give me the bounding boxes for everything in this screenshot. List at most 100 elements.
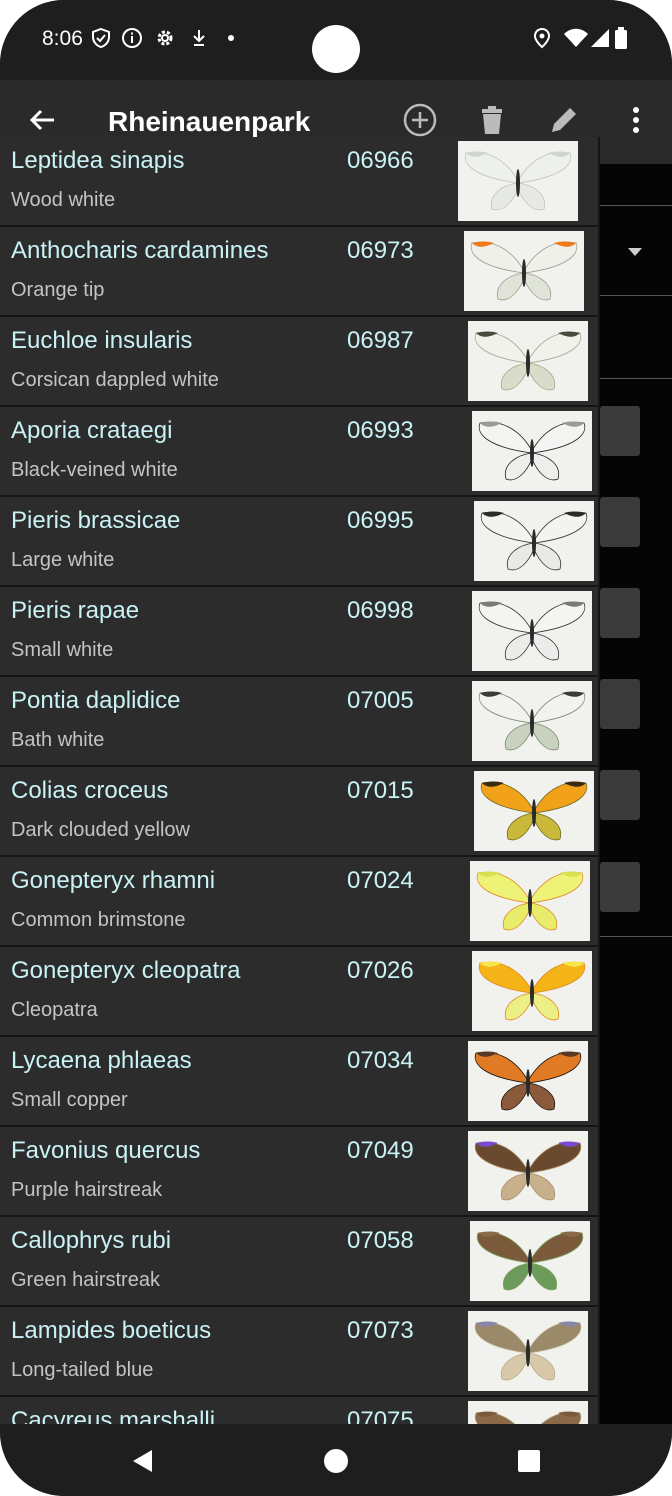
butterfly-thumbnail [470, 1221, 590, 1301]
species-scientific-name: Aporia crataegi [11, 417, 173, 444]
species-common-name: Corsican dappled white [11, 369, 219, 391]
species-code: 07005 [347, 687, 414, 714]
delete-icon[interactable] [474, 102, 510, 138]
butterfly-thumbnail [474, 771, 594, 851]
butterfly-thumbnail [468, 1401, 588, 1424]
butterfly-thumbnail [468, 321, 588, 401]
species-list-item[interactable]: Leptidea sinapis 06966 Wood white [0, 137, 598, 227]
camera-cutout [312, 25, 360, 73]
species-code: 07026 [347, 957, 414, 984]
settings-icon [157, 30, 173, 46]
status-bar: 8:06 [0, 0, 672, 80]
background-form [600, 164, 672, 1424]
species-code: 07058 [347, 1227, 414, 1254]
butterfly-thumbnail [472, 411, 592, 491]
species-scientific-name: Pieris brassicae [11, 507, 181, 534]
species-scientific-name: Gonepteryx rhamni [11, 867, 216, 894]
species-list-item[interactable]: Gonepteryx cleopatra 07026 Cleopatra [0, 947, 598, 1037]
species-list-item[interactable]: Lycaena phlaeas 07034 Small copper [0, 1037, 598, 1127]
species-scientific-name: Anthocharis cardamines [11, 237, 269, 264]
butterfly-thumbnail [474, 501, 594, 581]
species-code: 07015 [347, 777, 414, 804]
species-list-item[interactable]: Gonepteryx rhamni 07024 Common brimstone [0, 857, 598, 947]
butterfly-thumbnail [472, 951, 592, 1031]
back-arrow-icon[interactable] [24, 102, 60, 138]
species-code: 07075 [347, 1407, 414, 1424]
species-list-item[interactable]: Pontia daplidice 07005 Bath white [0, 677, 598, 767]
location-icon [533, 27, 551, 49]
species-list-item[interactable]: Euchloe insularis 06987 Corsican dappled w… [0, 317, 598, 407]
notification-dot-icon [228, 35, 234, 41]
species-common-name: Small copper [11, 1089, 128, 1111]
info-icon [122, 28, 142, 48]
butterfly-thumbnail [468, 1131, 588, 1211]
species-scientific-name: Euchloe insularis [11, 327, 193, 354]
divider [600, 378, 672, 379]
species-scientific-name: Cacyreus marshalli [11, 1407, 216, 1424]
species-dropdown-list[interactable]: Leptidea sinapis 06966 Wood white Anthochar… [0, 137, 600, 1424]
species-scientific-name: Pontia daplidice [11, 687, 181, 714]
phone-screen: 8:06 Rheinauenpark Leptidea sinapis 06966… [0, 0, 672, 1496]
download-icon [193, 30, 205, 46]
nav-back-icon[interactable] [128, 1446, 158, 1476]
species-scientific-name: Lycaena phlaeas [11, 1047, 192, 1074]
species-common-name: Common brimstone [11, 909, 186, 931]
species-list-item[interactable]: Anthocharis cardamines 06973 Orange tip [0, 227, 598, 317]
edit-pencil-icon[interactable] [546, 102, 582, 138]
butterfly-thumbnail [458, 141, 578, 221]
species-common-name: Dark clouded yellow [11, 819, 190, 841]
background-button[interactable] [600, 679, 640, 729]
species-common-name: Green hairstreak [11, 1269, 160, 1291]
butterfly-thumbnail [468, 1311, 588, 1391]
shield-icon [92, 27, 110, 49]
species-code: 07034 [347, 1047, 414, 1074]
species-common-name: Long-tailed blue [11, 1359, 154, 1381]
species-list-item[interactable]: Aporia crataegi 06993 Black-veined white [0, 407, 598, 497]
background-button[interactable] [600, 862, 640, 912]
species-code: 06973 [347, 237, 414, 264]
battery-icon [615, 27, 627, 49]
species-common-name: Large white [11, 549, 115, 571]
species-code: 06966 [347, 147, 414, 174]
divider [600, 936, 672, 937]
species-scientific-name: Lampides boeticus [11, 1317, 212, 1344]
nav-home-icon[interactable] [321, 1446, 351, 1476]
species-scientific-name: Pieris rapae [11, 597, 140, 624]
background-button[interactable] [600, 588, 640, 638]
species-list-item[interactable]: Pieris rapae 06998 Small white [0, 587, 598, 677]
species-code: 07024 [347, 867, 414, 894]
butterfly-thumbnail [472, 681, 592, 761]
species-common-name: Small white [11, 639, 114, 661]
butterfly-thumbnail [470, 861, 590, 941]
species-scientific-name: Gonepteryx cleopatra [11, 957, 241, 984]
species-common-name: Orange tip [11, 279, 105, 301]
signal-icon [591, 29, 609, 47]
species-scientific-name: Leptidea sinapis [11, 147, 185, 174]
background-button[interactable] [600, 770, 640, 820]
species-scientific-name: Favonius quercus [11, 1137, 201, 1164]
status-time: 8:06 [42, 27, 83, 50]
butterfly-thumbnail [464, 231, 584, 311]
species-list-item[interactable]: Lampides boeticus 07073 Long-tailed blue [0, 1307, 598, 1397]
species-list-item[interactable]: Colias croceus 07015 Dark clouded yellow [0, 767, 598, 857]
nav-recents-icon[interactable] [514, 1446, 544, 1476]
butterfly-thumbnail [468, 1041, 588, 1121]
species-code: 06993 [347, 417, 414, 444]
species-scientific-name: Colias croceus [11, 777, 169, 804]
background-button[interactable] [600, 497, 640, 547]
page-title: Rheinauenpark [108, 106, 311, 137]
add-icon[interactable] [402, 102, 438, 138]
divider [600, 205, 672, 206]
species-common-name: Wood white [11, 189, 116, 211]
species-list-item[interactable]: Callophrys rubi 07058 Green hairstreak [0, 1217, 598, 1307]
species-code: 07049 [347, 1137, 414, 1164]
butterfly-thumbnail [472, 591, 592, 671]
species-list-item[interactable]: Favonius quercus 07049 Purple hairstreak [0, 1127, 598, 1217]
species-common-name: Black-veined white [11, 459, 178, 481]
background-button[interactable] [600, 406, 640, 456]
dropdown-arrow-icon[interactable] [628, 248, 642, 256]
species-list-item[interactable]: Pieris brassicae 06995 Large white [0, 497, 598, 587]
species-code: 06998 [347, 597, 414, 624]
more-options-icon[interactable] [618, 102, 654, 138]
species-list-item[interactable]: Cacyreus marshalli 07075 [0, 1397, 598, 1424]
